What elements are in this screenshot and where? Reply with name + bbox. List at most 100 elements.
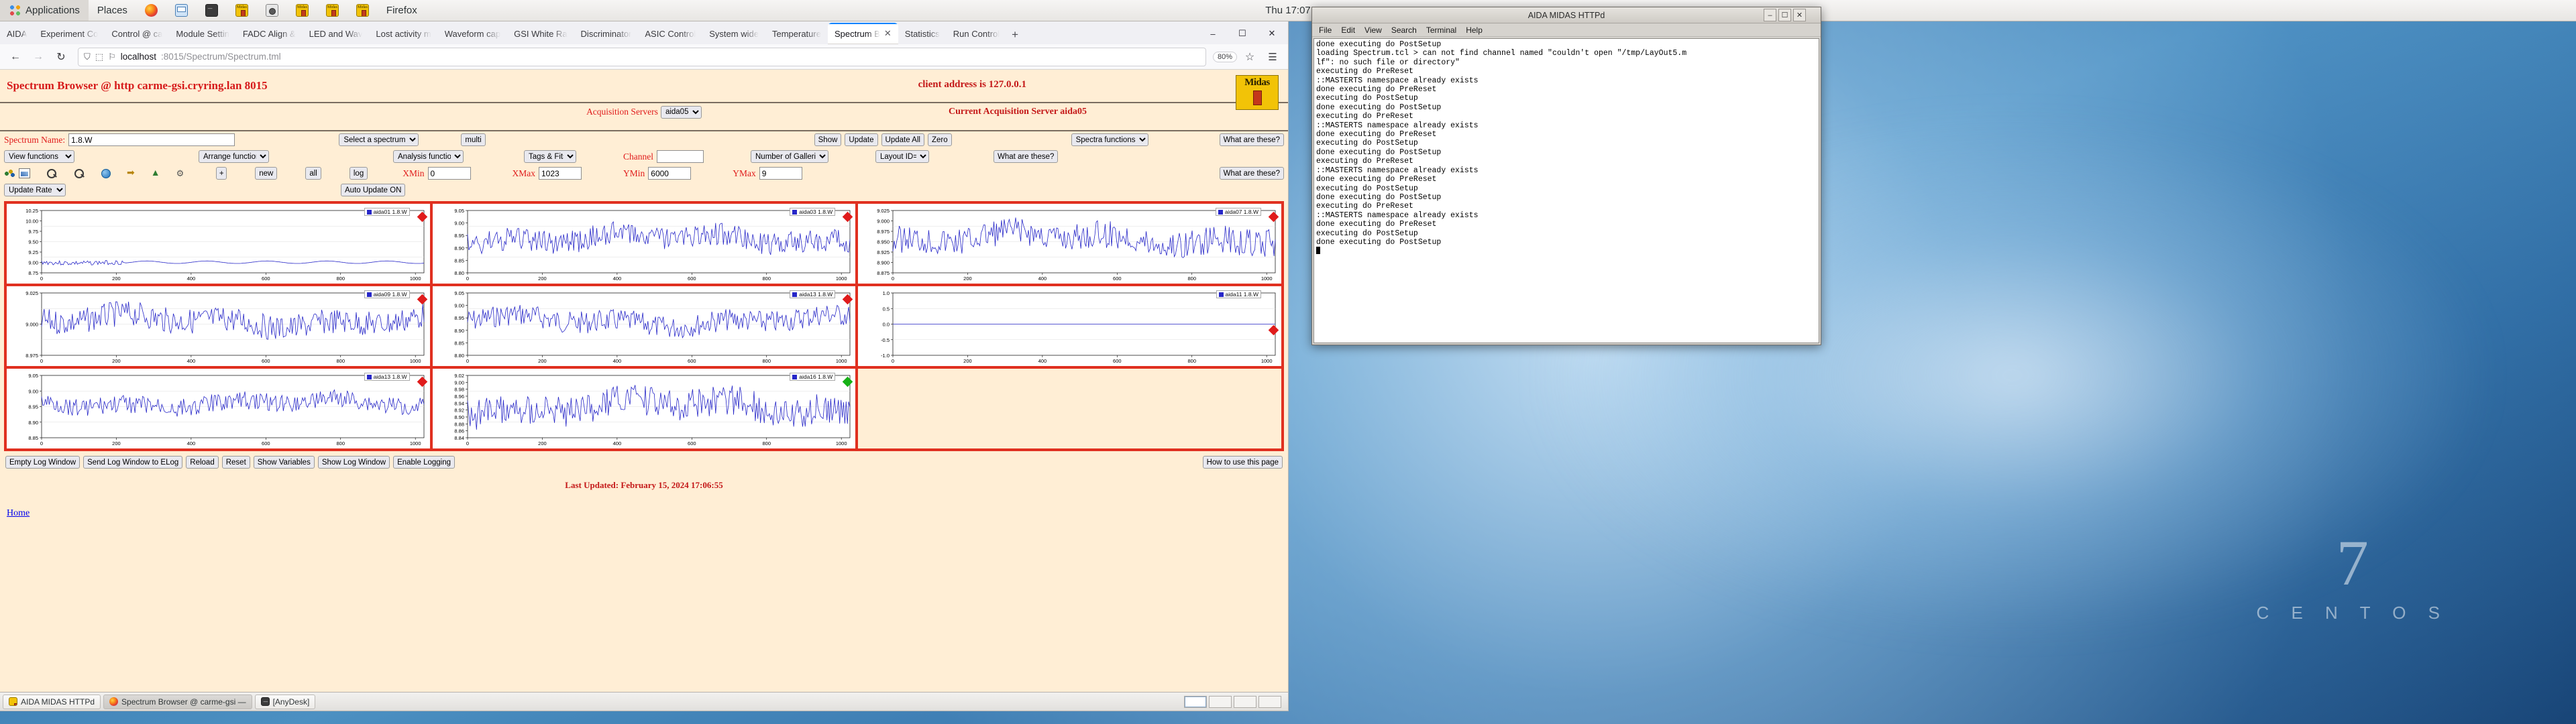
bookmark-star-icon[interactable]: ☆ (1240, 48, 1260, 66)
plus-button[interactable]: + (216, 167, 227, 180)
wrench-icon[interactable]: ⚙ (176, 168, 184, 179)
launcher-midas-3[interactable]: Midas (317, 0, 347, 21)
what-are-these-button-3[interactable]: What are these? (1219, 167, 1284, 180)
zoom-icon[interactable] (46, 168, 58, 178)
arrange-functions-dropdown[interactable]: Arrange functions (199, 150, 269, 163)
browser-tab-7[interactable]: Waveform cap (438, 23, 507, 44)
browser-tab-10[interactable]: ASIC Control (638, 23, 702, 44)
xmin-input[interactable] (427, 167, 471, 180)
browser-tab-9[interactable]: Discriminator (574, 23, 639, 44)
show-button[interactable]: Show (814, 133, 842, 146)
page-info-icon[interactable]: ⬚ (95, 52, 103, 62)
panel-clock[interactable]: Thu 17:07 (1265, 5, 1311, 16)
tk-close-button[interactable]: ✕ (1793, 9, 1806, 21)
tk-menu-help[interactable]: Help (1462, 25, 1487, 36)
launcher-midas-4[interactable]: Midas (347, 0, 378, 21)
launcher-midas-2[interactable]: Midas (287, 0, 317, 21)
places-menu[interactable]: Places (89, 0, 136, 21)
spectrum-cell-4[interactable]: 9.05 9.00 8.95 8.90 8.85 8.80 0 200 400 600 800 100… (431, 285, 857, 367)
ymax-input[interactable] (759, 167, 802, 180)
tk-menu-search[interactable]: Search (1387, 25, 1421, 36)
launcher-terminal[interactable] (197, 0, 227, 21)
tk-titlebar[interactable]: AIDA MIDAS HTTPd – ☐ ✕ (1312, 7, 1821, 23)
log-button-6[interactable]: Enable Logging (393, 456, 455, 469)
reload-button[interactable]: ↻ (51, 48, 71, 66)
view-functions-dropdown[interactable]: View functions (4, 150, 74, 163)
how-to-use-button[interactable]: How to use this page (1202, 456, 1283, 469)
update-button[interactable]: Update (845, 133, 878, 146)
tk-menu-view[interactable]: View (1360, 25, 1386, 36)
acquisition-server-select[interactable]: aida05 (660, 105, 702, 119)
layout-id-dropdown[interactable]: Layout ID=7 (875, 150, 929, 163)
spectrum-cell-2[interactable]: 9.025 9.000 8.975 8.950 8.925 8.900 8.875 0 200 4… (857, 202, 1283, 285)
launcher-screenshot[interactable] (257, 0, 287, 21)
log-button-0[interactable]: Empty Log Window (5, 456, 80, 469)
window-minimize-button[interactable]: – (1198, 23, 1228, 44)
analysis-functions-dropdown[interactable]: Analysis functions (393, 150, 464, 163)
what-are-these-button-2[interactable]: What are these? (994, 150, 1059, 163)
hamburger-menu-icon[interactable]: ☰ (1263, 48, 1283, 66)
image-icon[interactable] (19, 168, 30, 178)
what-are-these-button-1[interactable]: What are these? (1219, 133, 1284, 146)
tk-menu-edit[interactable]: Edit (1337, 25, 1359, 36)
new-tab-button[interactable]: + (1006, 28, 1025, 44)
browser-tab-5[interactable]: LED and Wav (303, 23, 370, 44)
spectrum-cell-0[interactable]: 10.25 10.00 9.75 9.50 9.25 9.00 8.75 0 200 400 600… (5, 202, 431, 285)
multi-button[interactable]: multi (461, 133, 486, 146)
browser-tab-4[interactable]: FADC Align & (236, 23, 303, 44)
browser-tab-3[interactable]: Module Settin (169, 23, 236, 44)
browser-tab-14[interactable]: Statistics (898, 23, 947, 44)
applications-menu[interactable]: Applications (0, 0, 89, 21)
tk-terminal-output[interactable]: done executing do PostSetup loading Spec… (1313, 38, 1819, 343)
firefox-app-menu[interactable]: Firefox (378, 0, 426, 21)
taskbar-item-1[interactable]: Spectrum Browser @ carme-gsi — (103, 694, 252, 709)
all-button[interactable]: all (305, 167, 321, 180)
log-button[interactable]: log (349, 167, 368, 180)
workspace-2[interactable] (1209, 695, 1232, 708)
channel-input[interactable] (657, 150, 704, 163)
tab-close-icon[interactable]: ✕ (884, 28, 892, 39)
spectrum-cell-1[interactable]: 9.05 9.00 8.95 8.90 8.85 8.80 0 200 400 600 800 100… (431, 202, 857, 285)
update-all-button[interactable]: Update All (881, 133, 924, 146)
zoom-level-badge[interactable]: 80% (1212, 51, 1237, 62)
update-rate-dropdown[interactable]: Update Rate (4 secs) (4, 184, 66, 196)
browser-tab-1[interactable]: Experiment Co (34, 23, 105, 44)
spectrum-name-input[interactable] (68, 133, 235, 146)
log-button-3[interactable]: Reset (221, 456, 250, 469)
zoom-out-icon[interactable] (74, 168, 85, 178)
browser-tab-13[interactable]: Spectrum B ✕ (827, 23, 898, 44)
tags-fits-dropdown[interactable]: Tags & Fits (524, 150, 576, 163)
spectrum-cell-7[interactable]: 9.02 9.00 8.98 8.96 8.94 8.92 8.90 8.88 8.86 8.84… (431, 367, 857, 450)
tk-maximize-button[interactable]: ☐ (1778, 9, 1791, 21)
spectrum-cell-3[interactable]: 9.025 9.000 8.975 0 200 400 600 800 1000 aida09 1… (5, 285, 431, 367)
ymin-input[interactable] (648, 167, 692, 180)
taskbar-item-2[interactable]: [AnyDesk] (254, 694, 316, 709)
back-button[interactable]: ← (5, 48, 25, 66)
launcher-mail[interactable] (166, 0, 197, 21)
log-button-1[interactable]: Send Log Window to ELog (83, 456, 183, 469)
spectrum-cell-6[interactable]: 9.05 9.00 8.95 8.90 8.85 0 200 400 600 800 1000 aid… (5, 367, 431, 450)
globe-icon[interactable] (101, 168, 111, 178)
workspace-1[interactable] (1184, 695, 1207, 708)
log-button-5[interactable]: Show Log Window (317, 456, 390, 469)
new-button[interactable]: new (255, 167, 278, 180)
palette-icon[interactable] (4, 168, 15, 178)
auto-update-toggle[interactable]: Auto Update ON (341, 184, 406, 196)
xmax-input[interactable] (539, 167, 582, 180)
browser-tab-2[interactable]: Control @ ca (105, 23, 169, 44)
workspace-4[interactable] (1258, 695, 1281, 708)
browser-tab-11[interactable]: System wide (702, 23, 765, 44)
forward-button[interactable]: → (28, 48, 48, 66)
launcher-midas-1[interactable]: Midas (227, 0, 257, 21)
log-button-4[interactable]: Show Variables (253, 456, 315, 469)
number-of-galleries-dropdown[interactable]: Number of Galleries (751, 150, 828, 163)
arrow-icon[interactable]: ➡ (127, 168, 135, 179)
browser-tab-12[interactable]: Temperature (765, 23, 828, 44)
browser-tab-0[interactable]: AIDA (0, 23, 34, 44)
launcher-firefox[interactable] (136, 0, 166, 21)
browser-tab-15[interactable]: Run Control (947, 23, 1006, 44)
zero-button[interactable]: Zero (927, 133, 952, 146)
tk-menu-terminal[interactable]: Terminal (1422, 25, 1460, 36)
taskbar-item-0[interactable]: AIDA MIDAS HTTPd (3, 694, 101, 709)
tk-minimize-button[interactable]: – (1764, 9, 1776, 21)
